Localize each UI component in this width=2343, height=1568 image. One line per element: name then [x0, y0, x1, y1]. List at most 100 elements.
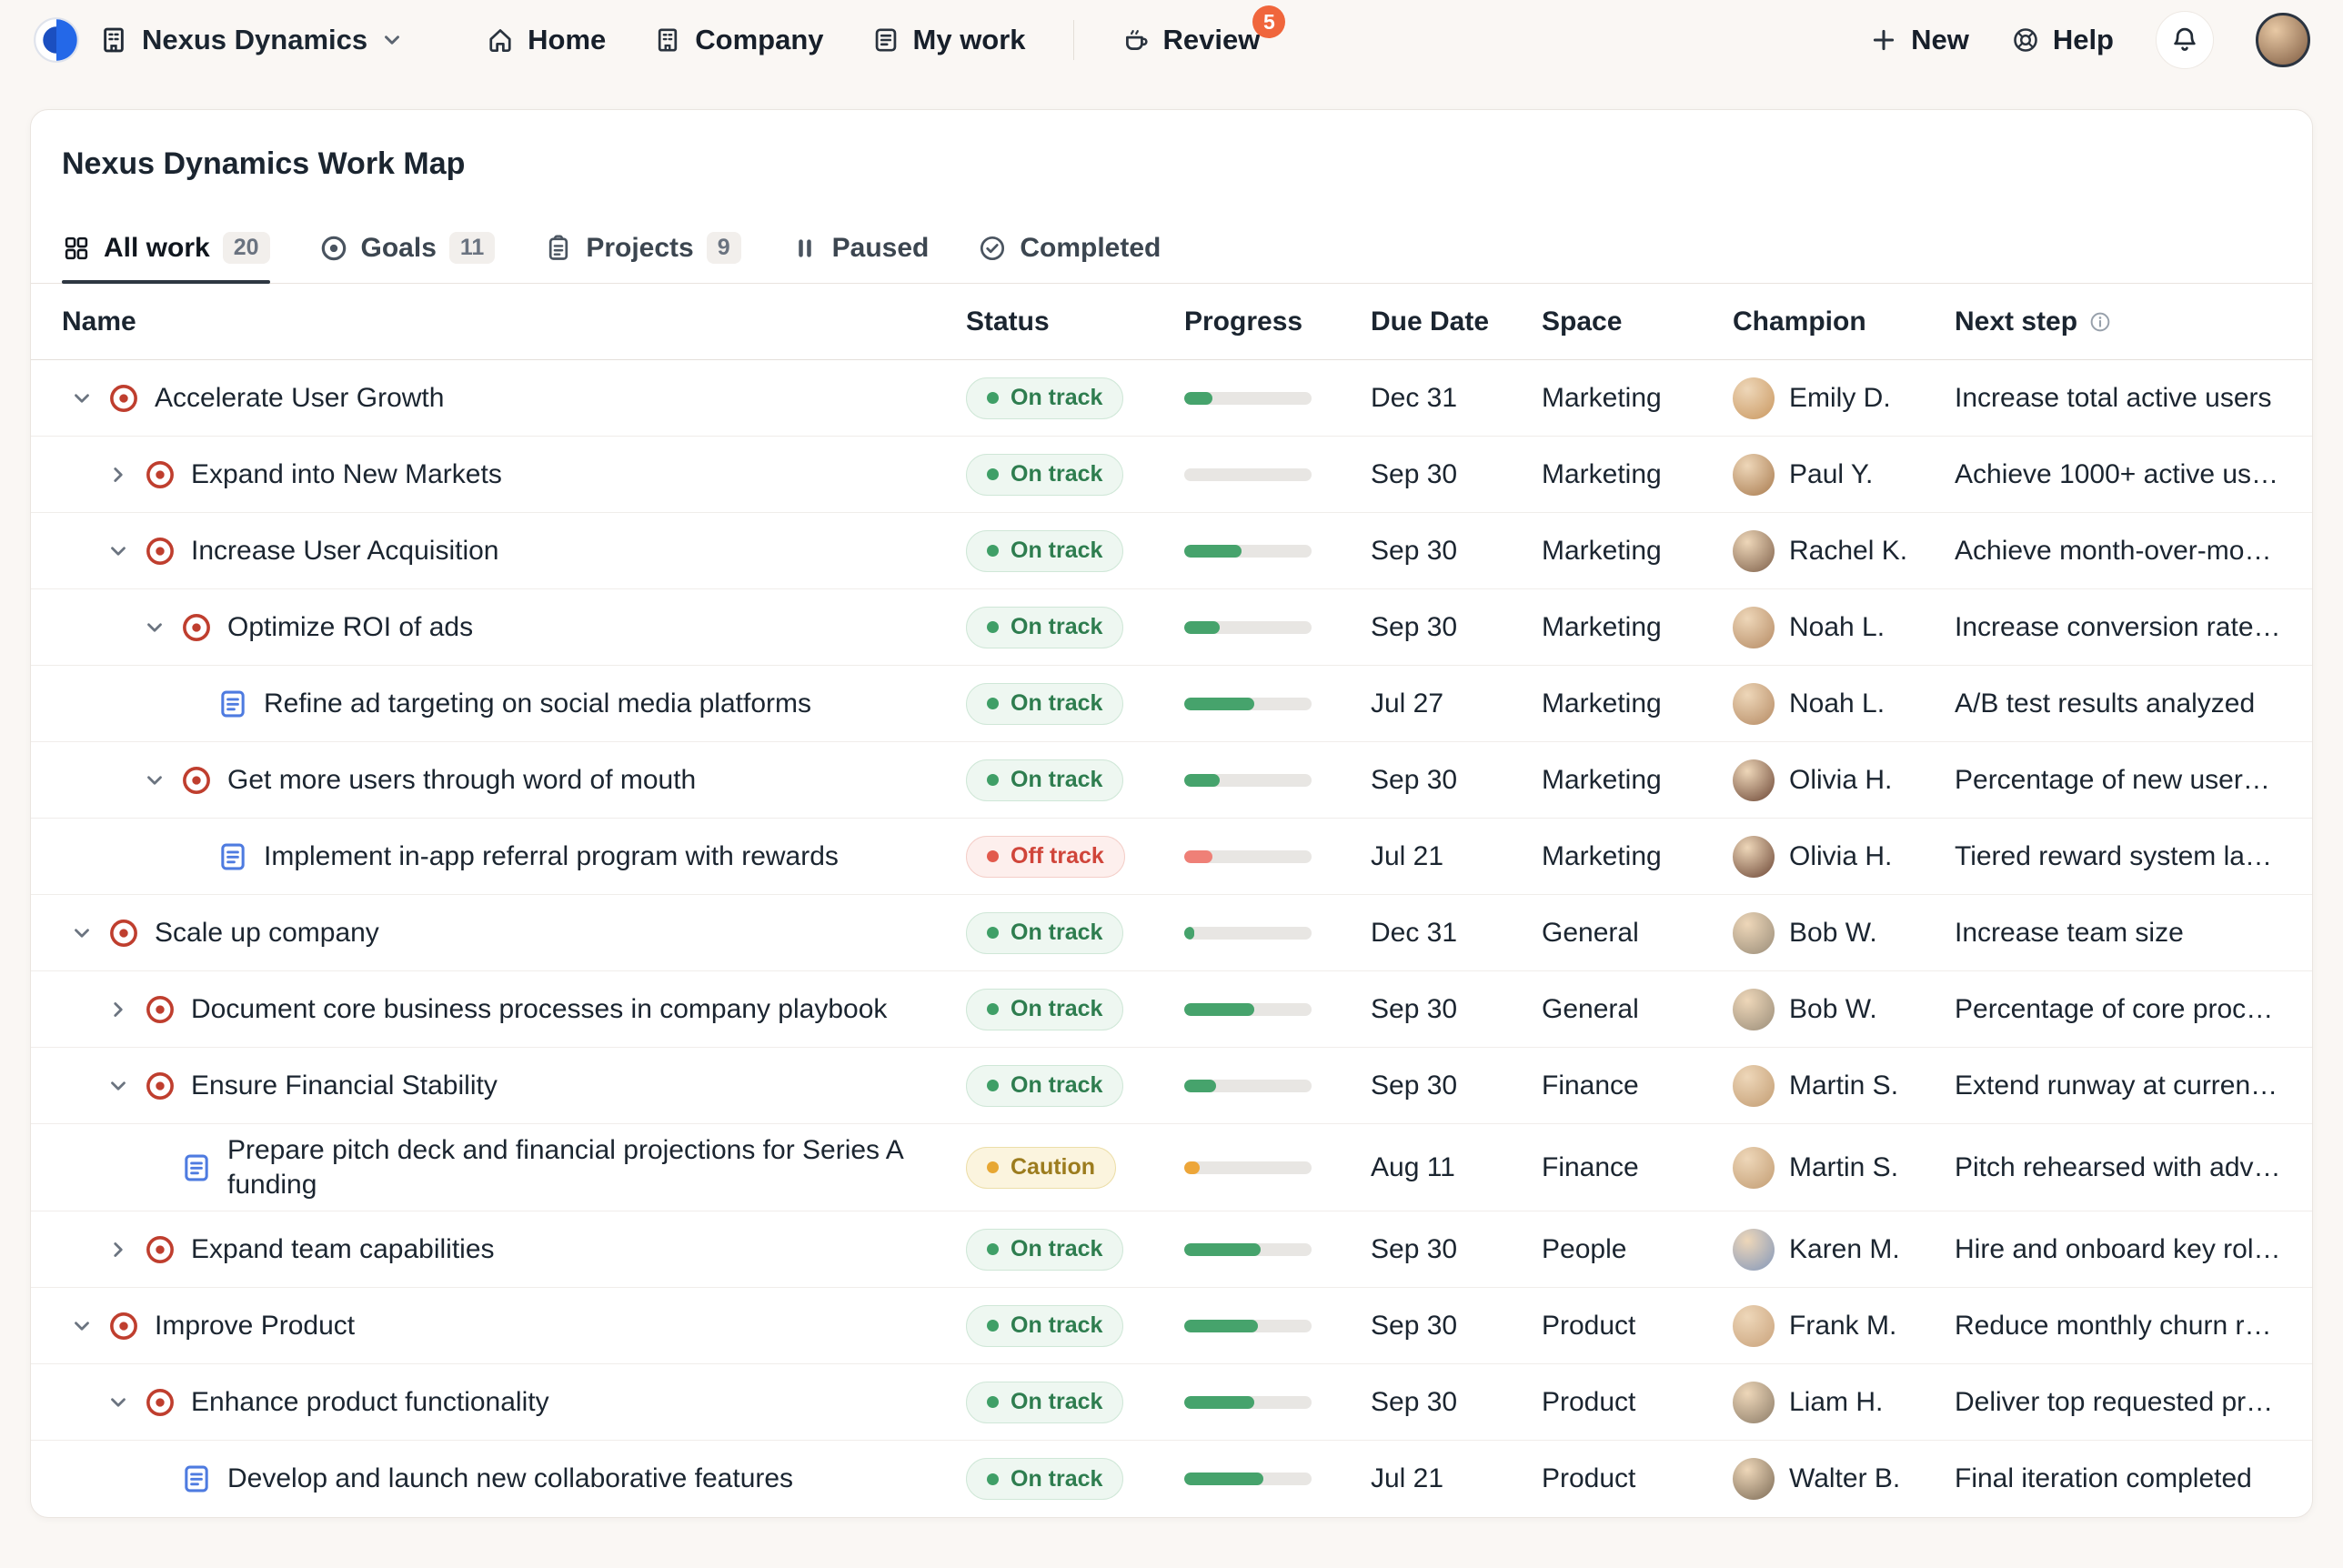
- chevron-right-icon[interactable]: [98, 1230, 138, 1270]
- table-row[interactable]: Improve Product On track Sep 30 Product …: [31, 1288, 2312, 1364]
- table-row[interactable]: Refine ad targeting on social media plat…: [31, 666, 2312, 742]
- progress-fill: [1184, 698, 1254, 710]
- nav-item-label: Review: [1163, 24, 1261, 56]
- app-logo[interactable]: [33, 16, 80, 64]
- status-badge[interactable]: On track: [966, 377, 1123, 419]
- status-dot-icon: [987, 1161, 999, 1173]
- progress-bar: [1184, 1003, 1312, 1016]
- status-badge[interactable]: On track: [966, 530, 1123, 572]
- next-step: Hire and onboard key roles i…: [1955, 1234, 2312, 1265]
- info-icon[interactable]: [2088, 310, 2112, 334]
- progress-bar: [1184, 392, 1312, 405]
- pause-icon: [790, 234, 820, 263]
- table-row[interactable]: Optimize ROI of ads On track Sep 30 Mark…: [31, 589, 2312, 666]
- status-badge[interactable]: Off track: [966, 836, 1125, 878]
- status-badge[interactable]: On track: [966, 759, 1123, 801]
- progress-bar: [1184, 850, 1312, 863]
- row-name[interactable]: Accelerate User Growth: [155, 381, 444, 416]
- status-badge[interactable]: On track: [966, 1458, 1123, 1500]
- tab-paused[interactable]: Paused: [790, 213, 930, 283]
- tab-label: All work: [104, 233, 210, 264]
- table-row[interactable]: Expand team capabilities On track Sep 30…: [31, 1211, 2312, 1288]
- table-row[interactable]: Ensure Financial Stability On track Sep …: [31, 1048, 2312, 1124]
- chevron-down-icon[interactable]: [98, 1066, 138, 1106]
- due-date: Sep 30: [1371, 1070, 1542, 1101]
- table-row[interactable]: Prepare pitch deck and financial project…: [31, 1124, 2312, 1211]
- status-badge[interactable]: On track: [966, 1229, 1123, 1271]
- row-name[interactable]: Implement in-app referral program with r…: [264, 839, 839, 874]
- name-cell: Accelerate User Growth: [31, 369, 966, 427]
- nav-item-home[interactable]: Home: [486, 24, 606, 56]
- chevron-down-icon[interactable]: [135, 760, 175, 800]
- chevron-right-icon[interactable]: [98, 455, 138, 495]
- tab-all-work[interactable]: All work 20: [62, 213, 270, 283]
- nav-divider: [1073, 20, 1074, 60]
- status-badge[interactable]: On track: [966, 683, 1123, 725]
- status-badge[interactable]: On track: [966, 1305, 1123, 1347]
- progress-cell: [1184, 1320, 1371, 1332]
- progress-cell: [1184, 392, 1371, 405]
- champion-name: Bob W.: [1789, 994, 1877, 1025]
- chevron-right-icon[interactable]: [98, 990, 138, 1030]
- chevron-down-icon[interactable]: [135, 608, 175, 648]
- tab-completed[interactable]: Completed: [978, 213, 1161, 283]
- status-label: On track: [1011, 690, 1102, 717]
- table-row[interactable]: Accelerate User Growth On track Dec 31 M…: [31, 360, 2312, 437]
- table-row[interactable]: Get more users through word of mouth On …: [31, 742, 2312, 819]
- chevron-down-icon[interactable]: [98, 531, 138, 571]
- building-icon: [653, 25, 682, 55]
- nav-item-my-work[interactable]: My work: [871, 24, 1026, 56]
- help-button[interactable]: Help: [2011, 24, 2114, 56]
- table-row[interactable]: Increase User Acquisition On track Sep 3…: [31, 513, 2312, 589]
- status-badge[interactable]: On track: [966, 1382, 1123, 1423]
- champion-cell: Noah L.: [1733, 683, 1955, 725]
- row-name[interactable]: Develop and launch new collaborative fea…: [227, 1462, 793, 1496]
- tab-goals[interactable]: Goals 11: [319, 213, 496, 283]
- table-row[interactable]: Expand into New Markets On track Sep 30 …: [31, 437, 2312, 513]
- user-avatar[interactable]: [2256, 13, 2310, 67]
- row-name[interactable]: Improve Product: [155, 1309, 355, 1343]
- column-header-due-date: Due Date: [1371, 307, 1542, 337]
- notifications-button[interactable]: [2156, 11, 2214, 69]
- table-row[interactable]: Implement in-app referral program with r…: [31, 819, 2312, 895]
- workspace-switcher[interactable]: Nexus Dynamics: [98, 24, 404, 56]
- tab-projects[interactable]: Projects 9: [544, 213, 740, 283]
- table-row[interactable]: Develop and launch new collaborative fea…: [31, 1441, 2312, 1517]
- row-name[interactable]: Prepare pitch deck and financial project…: [227, 1133, 944, 1201]
- table-row[interactable]: Document core business processes in comp…: [31, 971, 2312, 1048]
- status-badge[interactable]: On track: [966, 454, 1123, 496]
- due-date: Sep 30: [1371, 459, 1542, 490]
- status-cell: On track: [966, 607, 1184, 648]
- nav-item-review[interactable]: Review5: [1121, 24, 1261, 56]
- champion-name: Liam H.: [1789, 1387, 1883, 1418]
- progress-fill: [1184, 927, 1194, 940]
- table-row[interactable]: Enhance product functionality On track S…: [31, 1364, 2312, 1441]
- status-label: Off track: [1011, 843, 1104, 869]
- status-badge[interactable]: Caution: [966, 1147, 1116, 1189]
- row-name[interactable]: Ensure Financial Stability: [191, 1069, 498, 1103]
- row-name[interactable]: Optimize ROI of ads: [227, 610, 473, 645]
- row-name[interactable]: Expand team capabilities: [191, 1232, 495, 1267]
- row-name[interactable]: Expand into New Markets: [191, 457, 502, 492]
- status-badge[interactable]: On track: [966, 912, 1123, 954]
- status-badge[interactable]: On track: [966, 1065, 1123, 1107]
- row-name[interactable]: Get more users through word of mouth: [227, 763, 696, 798]
- chevron-down-icon[interactable]: [62, 1306, 102, 1346]
- chevron-down-icon[interactable]: [62, 378, 102, 418]
- chevron-down-icon[interactable]: [98, 1382, 138, 1422]
- row-name[interactable]: Document core business processes in comp…: [191, 992, 887, 1027]
- nav-item-company[interactable]: Company: [653, 24, 823, 56]
- status-label: On track: [1011, 996, 1102, 1022]
- table-row[interactable]: Scale up company On track Dec 31 General…: [31, 895, 2312, 971]
- help-lifebuoy-icon: [2011, 25, 2040, 55]
- row-name[interactable]: Scale up company: [155, 916, 379, 950]
- row-name[interactable]: Refine ad targeting on social media plat…: [264, 687, 811, 721]
- row-name[interactable]: Increase User Acquisition: [191, 534, 499, 568]
- target-icon: [319, 234, 348, 263]
- status-badge[interactable]: On track: [966, 989, 1123, 1030]
- new-button[interactable]: New: [1869, 24, 1969, 56]
- status-label: On track: [1011, 767, 1102, 793]
- row-name[interactable]: Enhance product functionality: [191, 1385, 549, 1420]
- status-badge[interactable]: On track: [966, 607, 1123, 648]
- chevron-down-icon[interactable]: [62, 913, 102, 953]
